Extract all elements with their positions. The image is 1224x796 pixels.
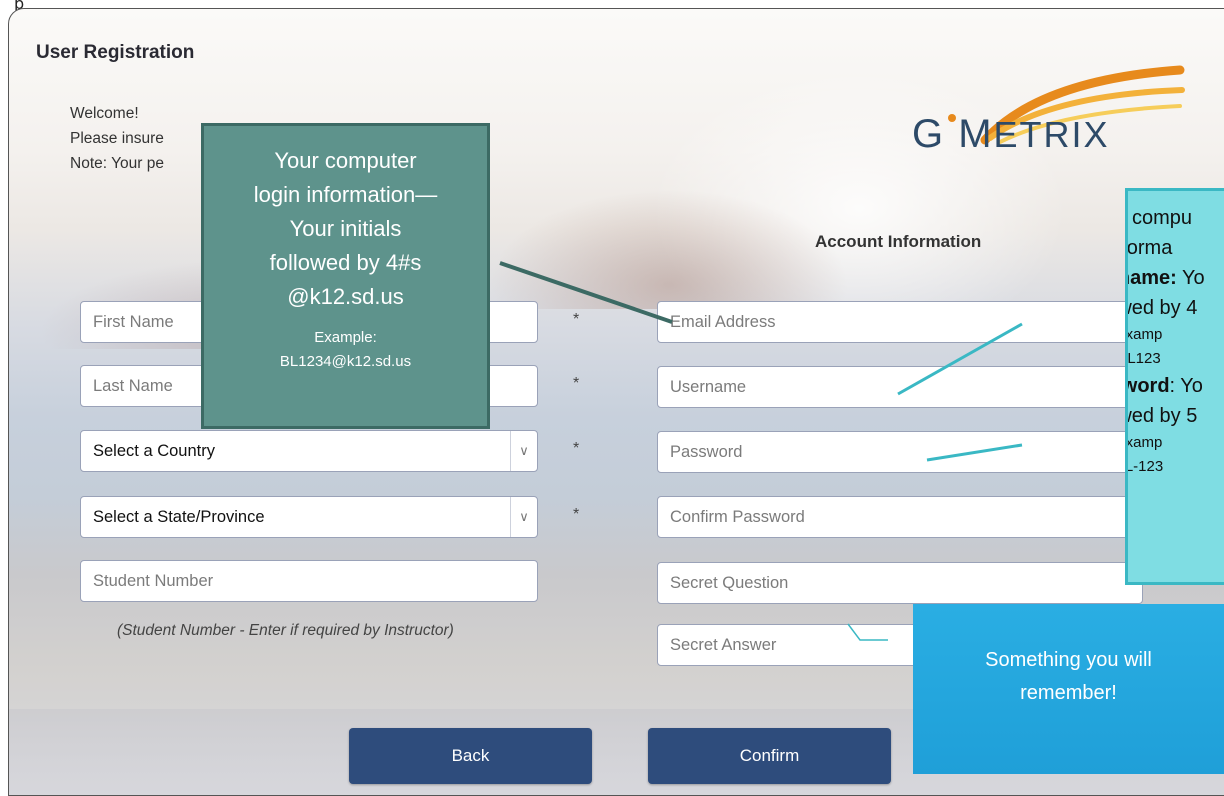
callout-line: Your computer (274, 148, 417, 173)
callout-line: followed by 5 (1128, 405, 1198, 427)
confirm-password-field[interactable]: Confirm Password (657, 496, 1143, 538)
confirm-password-placeholder: Confirm Password (670, 507, 805, 526)
callout-line: Username: Yo (1128, 263, 1224, 293)
example-label: Example: (314, 329, 377, 346)
password-placeholder: Password (670, 442, 743, 461)
back-button[interactable]: Back (349, 728, 592, 784)
secret-callout: Something you will remember! (913, 604, 1224, 774)
country-select[interactable]: Select a Country ∨ (80, 430, 538, 472)
welcome-line-1: Welcome! (70, 105, 139, 122)
required-marker: * (573, 311, 580, 328)
secret-question-placeholder: Secret Question (670, 573, 789, 592)
email-field[interactable]: Email Address (657, 301, 1143, 343)
callout-line: Something you will (985, 649, 1152, 671)
example-value: BL-123 (1125, 458, 1164, 475)
logo-dot-icon (948, 114, 956, 122)
state-select-value: Select a State/Province (93, 507, 265, 526)
password-label: Password (1125, 375, 1170, 397)
required-marker: * (573, 375, 580, 392)
callout-line: @k12.sd.us (287, 284, 404, 309)
callout-line: Your initials (289, 216, 402, 241)
account-information-heading: Account Information (815, 232, 982, 251)
username-label: Username: (1128, 267, 1177, 289)
callout-line: followed by 4 (1128, 297, 1198, 319)
required-marker: * (573, 506, 580, 523)
callout-line: remember! (1020, 682, 1117, 704)
callout-line: Your compu (1128, 207, 1192, 229)
first-name-placeholder: First Name (93, 312, 174, 331)
username-rest: Yo (1176, 267, 1205, 289)
example-label: Examp (1125, 326, 1163, 343)
chevron-down-icon[interactable]: ∨ (510, 497, 537, 537)
confirm-button[interactable]: Confirm (648, 728, 891, 784)
username-placeholder: Username (670, 377, 747, 396)
last-name-placeholder: Last Name (93, 376, 173, 395)
student-number-field[interactable]: Student Number (80, 560, 538, 602)
student-number-placeholder: Student Number (93, 571, 214, 590)
username-field[interactable]: Username (657, 366, 1143, 408)
country-select-value: Select a Country (93, 441, 215, 460)
password-rest: : Yo (1169, 375, 1203, 397)
chevron-down-icon[interactable]: ∨ (510, 431, 537, 471)
callout-line: login information— (253, 182, 438, 207)
secret-question-field[interactable]: Secret Question (657, 562, 1143, 604)
email-placeholder: Email Address (670, 312, 776, 331)
callout-line: Password: Yo (1125, 371, 1224, 401)
background-butte (489, 189, 849, 309)
student-number-hint: (Student Number - Enter if required by I… (117, 622, 454, 639)
example-label: Examp (1125, 434, 1163, 451)
login-info-callout: Your computer login information— Your in… (201, 123, 490, 429)
state-select[interactable]: Select a State/Province ∨ (80, 496, 538, 538)
example-value: BL1234@k12.sd.us (279, 353, 412, 370)
credentials-callout: Your compu informa Username: Yo followed… (1125, 188, 1224, 585)
logo-text: G METRIX (912, 112, 1110, 156)
example-value: BL123 (1127, 350, 1161, 367)
secret-answer-placeholder: Secret Answer (670, 635, 777, 654)
password-field[interactable]: Password (657, 431, 1143, 473)
required-marker: * (573, 440, 580, 457)
callout-line: informa (1126, 237, 1173, 259)
callout-line: followed by 4#s (269, 250, 422, 275)
page-title: User Registration (36, 42, 195, 63)
